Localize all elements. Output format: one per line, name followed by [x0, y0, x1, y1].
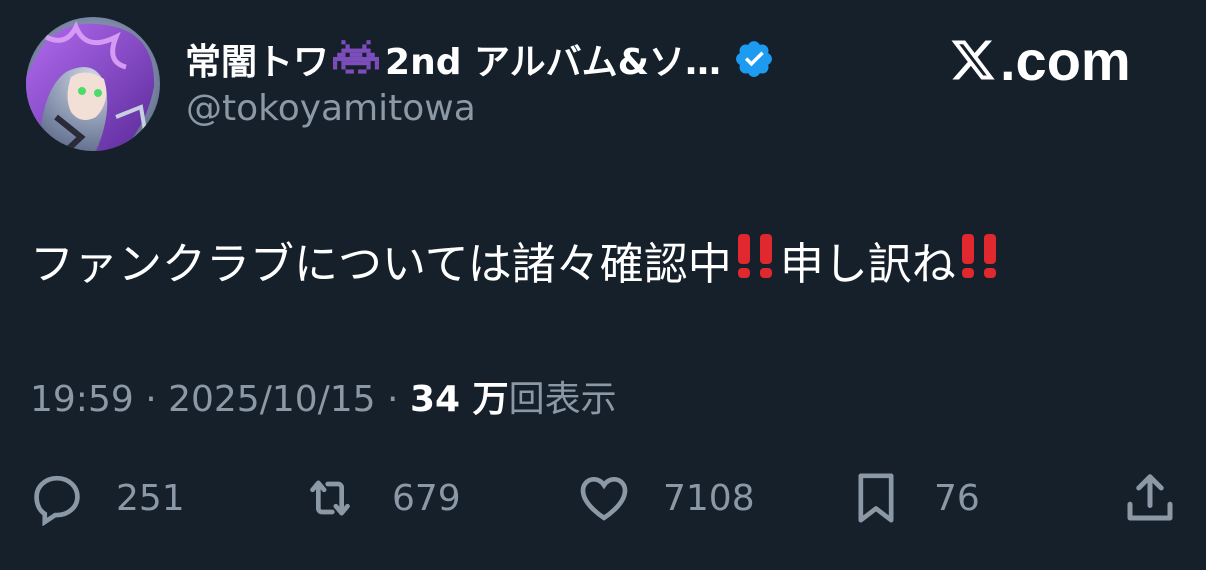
retweet-button[interactable]: 679: [298, 468, 461, 528]
author-name-row[interactable]: 常闇トワ 2nd アルバム&ソ…: [185, 33, 775, 85]
like-button[interactable]: 7108: [575, 468, 755, 528]
site-logo: .com: [948, 28, 1131, 92]
x-logo-icon: [951, 40, 995, 80]
avatar[interactable]: [26, 17, 160, 151]
bookmark-icon: [858, 473, 894, 523]
double-exclamation-icon: [734, 232, 778, 289]
meta-separator: ·: [387, 379, 410, 420]
reply-button[interactable]: 251: [28, 468, 185, 528]
tweet-meta: 19:59 · 2025/10/15 · 34 万回表示: [30, 370, 617, 422]
heart-icon: [580, 476, 628, 521]
views-label: 回表示: [508, 379, 617, 420]
bookmark-button[interactable]: 76: [848, 468, 980, 528]
action-bar: 251 679 7108 76: [0, 468, 1206, 528]
share-button[interactable]: [1120, 468, 1180, 528]
tweet-text-part1: ファンクラブについては諸々確認中: [30, 239, 732, 290]
tweet-text-part2: 申し訳ね: [779, 239, 956, 290]
display-name[interactable]: 常闇トワ: [185, 33, 329, 85]
tweet-time[interactable]: 19:59: [30, 379, 134, 420]
tweet-text: ファンクラブについては諸々確認中 申し訳ね: [30, 228, 1004, 292]
verified-badge-icon: [733, 38, 775, 80]
meta-separator: ·: [145, 379, 169, 420]
avatar-image: [26, 17, 160, 151]
reply-icon: [34, 475, 80, 526]
site-logo-text: .com: [1000, 28, 1131, 92]
tweet-date[interactable]: 2025/10/15: [168, 379, 376, 420]
alien-monster-icon: [333, 39, 380, 79]
reply-count: 251: [116, 477, 185, 519]
retweet-count: 679: [392, 477, 461, 519]
double-exclamation-icon: [958, 232, 1002, 289]
views-count[interactable]: 34 万: [410, 379, 509, 420]
display-name-suffix[interactable]: 2nd アルバム&ソ…: [385, 33, 721, 85]
bookmark-count: 76: [934, 477, 980, 519]
like-count: 7108: [663, 477, 755, 519]
share-icon: [1127, 474, 1173, 521]
retweet-icon: [310, 480, 350, 516]
author-handle[interactable]: @tokoyamitowa: [186, 88, 476, 129]
